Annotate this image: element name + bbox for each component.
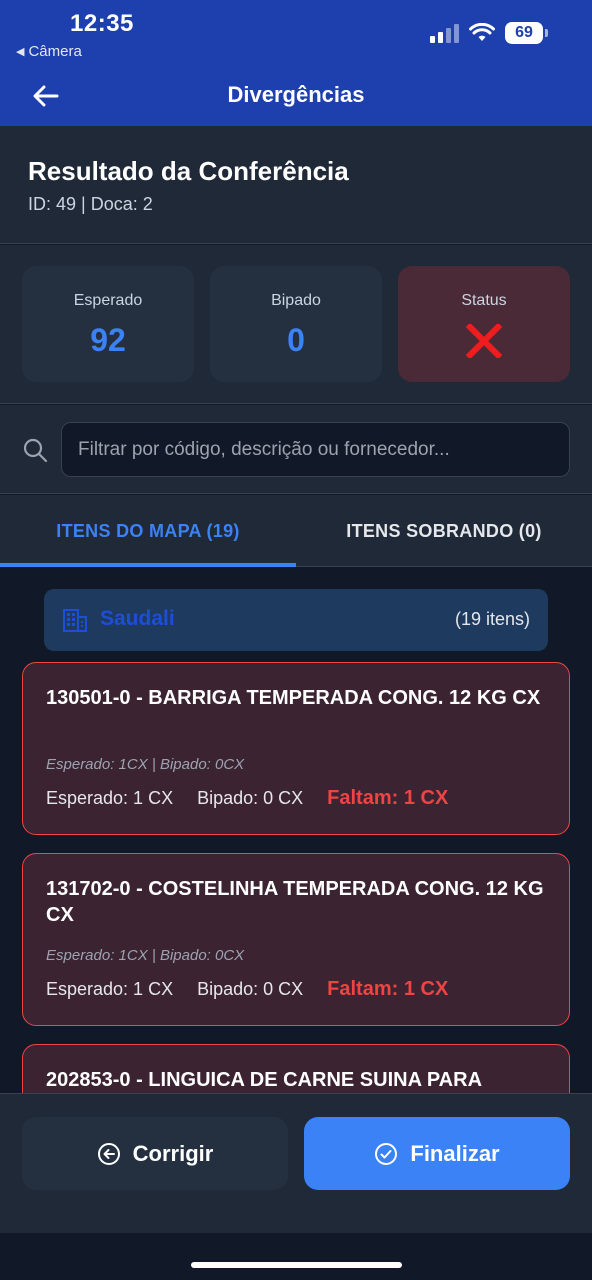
back-to-app-link[interactable]: ◀ Câmera xyxy=(16,43,82,60)
result-subtitle: ID: 49 | Doca: 2 xyxy=(28,194,153,214)
supplier-header[interactable]: Saudali (19 itens) xyxy=(44,589,548,651)
item-title: 202853-0 - LINGUICA DE CARNE SUINA PARA xyxy=(46,1069,483,1091)
status-label: Status xyxy=(461,292,507,309)
finish-label: Finalizar xyxy=(410,1140,500,1166)
wifi-icon xyxy=(469,23,495,41)
finish-button[interactable]: Finalizar xyxy=(304,1117,570,1190)
scanned-label: Bipado xyxy=(271,292,321,309)
red-x-icon xyxy=(465,322,503,363)
search-row xyxy=(0,405,592,494)
item-detail: Esperado: 1CX | Bipado: 0CX xyxy=(46,947,245,964)
correct-label: Corrigir xyxy=(132,1140,214,1166)
check-circle-icon xyxy=(375,1142,398,1165)
status-time: 12:35 xyxy=(70,10,134,37)
item-missing: Faltam: 1 CX xyxy=(327,978,449,1000)
list-item[interactable]: 202853-0 - LINGUICA DE CARNE SUINA PARA xyxy=(22,1044,570,1093)
status-card: Status xyxy=(398,266,570,382)
top-bar: 12:35 ◀ Câmera 69 Divergências xyxy=(0,0,592,126)
item-quantities: Esperado: 1 CX Bipado: 0 CX Faltam: 1 CX xyxy=(46,787,448,810)
item-scanned: Bipado: 0 CX xyxy=(197,788,304,808)
search-input[interactable] xyxy=(61,422,570,477)
building-icon xyxy=(63,609,87,632)
item-expected: Esperado: 1 CX xyxy=(46,788,174,808)
list-item[interactable]: 130501-0 - BARRIGA TEMPERADA CONG. 12 KG… xyxy=(22,662,570,835)
supplier-item-count: (19 itens) xyxy=(454,609,530,629)
back-triangle-icon: ◀ xyxy=(16,46,25,58)
battery-level: 69 xyxy=(505,22,543,44)
item-detail: Esperado: 1CX | Bipado: 0CX xyxy=(46,756,245,773)
battery-icon: 69 xyxy=(505,22,548,44)
correct-button[interactable]: Corrigir xyxy=(22,1117,288,1190)
expected-value: 92 xyxy=(90,322,126,358)
tab-bar: ITENS DO MAPA (19) ITENS SOBRANDO (0) xyxy=(0,495,592,567)
arrow-left-circle-icon xyxy=(97,1142,120,1165)
result-title: Resultado da Conferência xyxy=(28,156,349,186)
supplier-name: Saudali xyxy=(100,607,175,630)
page-title: Divergências xyxy=(227,82,365,107)
expected-label: Esperado xyxy=(73,292,143,309)
item-expected: Esperado: 1 CX xyxy=(46,979,174,999)
tab-map-items[interactable]: ITENS DO MAPA (19) xyxy=(0,495,296,567)
item-quantities: Esperado: 1 CX Bipado: 0 CX Faltam: 1 CX xyxy=(46,978,448,1001)
status-icons: 69 xyxy=(430,22,548,44)
item-title: 130501-0 - BARRIGA TEMPERADA CONG. 12 KG… xyxy=(46,687,541,709)
list-item[interactable]: 131702-0 - COSTELINHA TEMPERADA CONG. 12… xyxy=(22,853,570,1026)
items-list[interactable]: Saudali (19 itens) 130501-0 - BARRIGA TE… xyxy=(0,567,592,1093)
tab-extra-items[interactable]: ITENS SOBRANDO (0) xyxy=(296,495,592,567)
result-header: Resultado da Conferência ID: 49 | Doca: … xyxy=(0,126,592,244)
item-title: 131702-0 - COSTELINHA TEMPERADA CONG. 12… xyxy=(46,878,544,926)
item-scanned: Bipado: 0 CX xyxy=(197,979,304,999)
scanned-card: Bipado 0 xyxy=(210,266,382,382)
stats-row: Esperado 92 Bipado 0 Status xyxy=(0,245,592,404)
item-missing: Faltam: 1 CX xyxy=(327,787,449,809)
home-indicator[interactable] xyxy=(191,1262,402,1268)
scanned-value: 0 xyxy=(287,322,305,358)
cellular-signal-icon xyxy=(430,23,459,43)
back-app-label: Câmera xyxy=(28,43,82,60)
bottom-action-bar: Corrigir Finalizar xyxy=(0,1093,592,1233)
expected-card: Esperado 92 xyxy=(22,266,194,382)
search-icon xyxy=(23,438,48,463)
